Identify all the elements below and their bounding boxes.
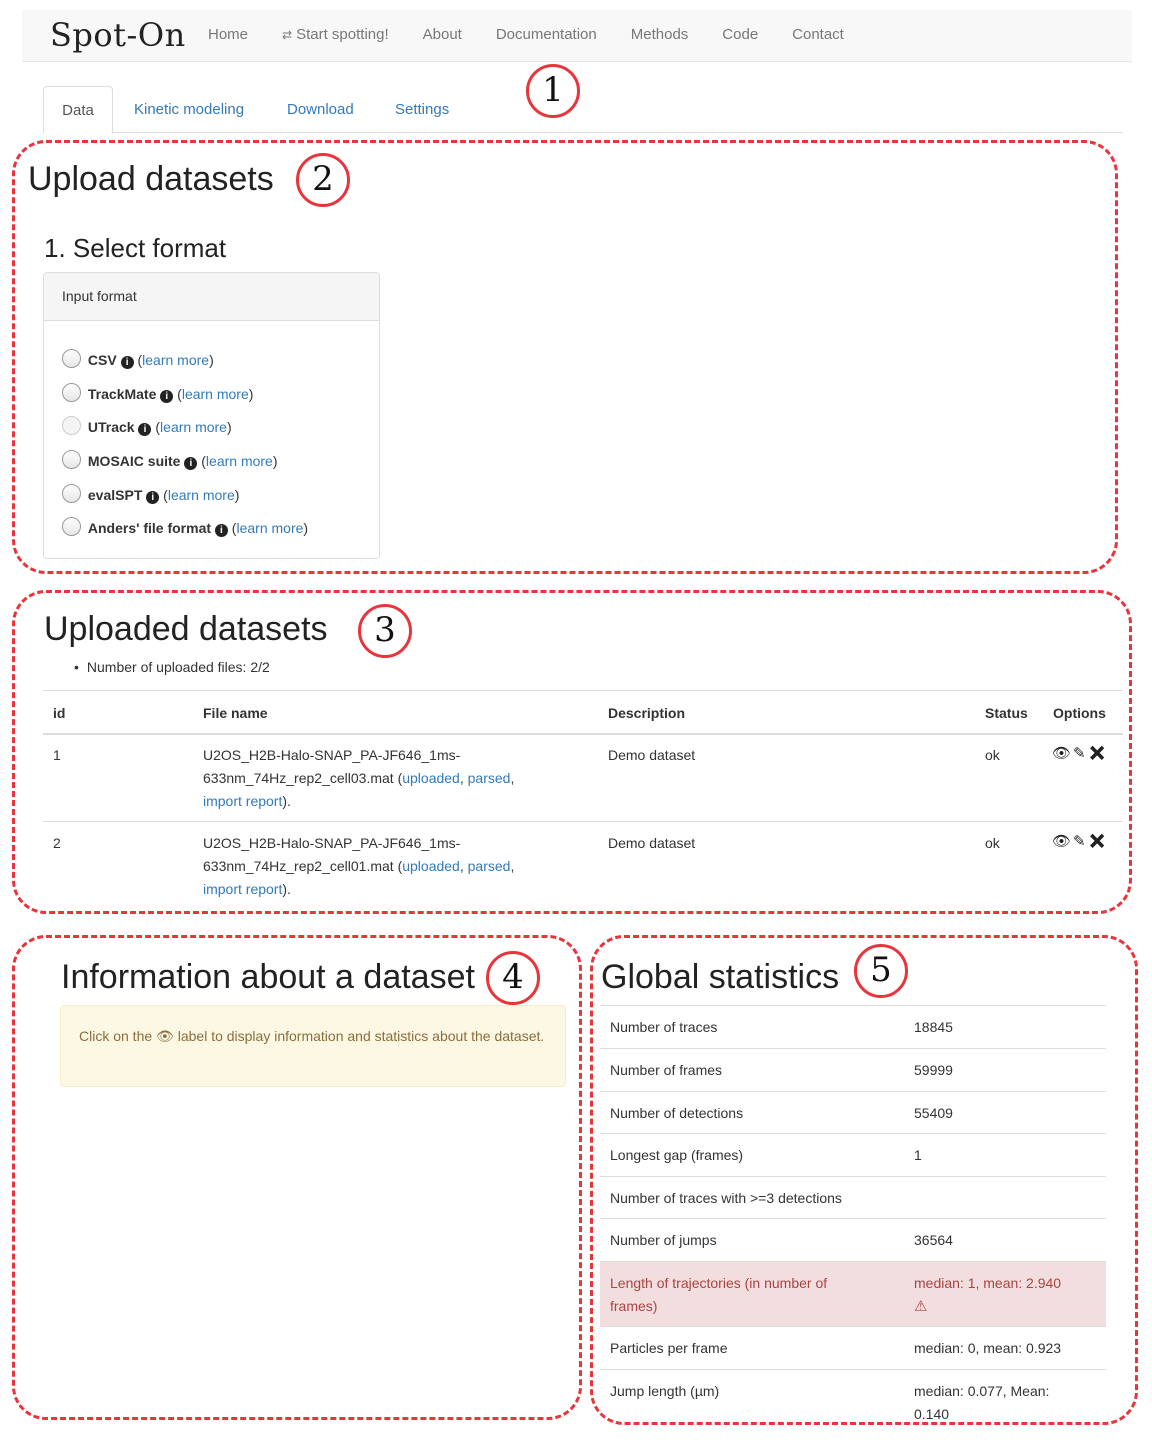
info-icon: i (146, 491, 160, 504)
col-description: Description (608, 705, 686, 721)
row2-status: ok (985, 835, 1000, 851)
eye-icon[interactable]: 👁 (1052, 745, 1073, 762)
exchange-icon: ⇄ (282, 28, 293, 42)
learn-more-link[interactable]: learn more (142, 352, 209, 368)
tab-download[interactable]: Download (269, 86, 372, 133)
delete-icon[interactable]: ✖ (1088, 833, 1109, 850)
import-report-link[interactable]: import report (203, 881, 282, 897)
info-icon: i (160, 390, 174, 403)
parsed-link[interactable]: parsed (468, 858, 511, 874)
annotation-number-5: 5 (854, 944, 908, 998)
select-format-heading: 1. Select format (44, 233, 227, 263)
table-header-border (43, 733, 1123, 735)
nav-about[interactable]: About (423, 26, 462, 43)
nav-contact[interactable]: Contact (792, 26, 844, 43)
radio-mosaic[interactable] (62, 450, 81, 469)
eye-icon: 👁 (156, 1028, 174, 1044)
col-file-name: File name (203, 705, 268, 721)
format-option-evalspt[interactable]: evalSPT i (learn more) (62, 484, 239, 504)
import-report-link[interactable]: import report (203, 793, 282, 809)
upload-title: Upload datasets (28, 160, 274, 198)
stats-row: Number of traces with >=3 detections (600, 1176, 1106, 1218)
row1-status: ok (985, 747, 1000, 763)
nav-home[interactable]: Home (208, 26, 248, 43)
row2-options: 👁✎✖ (1052, 832, 1109, 850)
uploaded-link[interactable]: uploaded (402, 858, 460, 874)
stats-row: Longest gap (frames) 1 (600, 1133, 1106, 1176)
row-divider (43, 821, 1123, 822)
info-title: Information about a dataset (61, 958, 475, 996)
uploaded-title: Uploaded datasets (44, 610, 328, 648)
col-options: Options (1053, 705, 1106, 721)
stats-title: Global statistics (601, 958, 840, 996)
annotation-number-2: 2 (296, 153, 350, 207)
info-icon: i (120, 356, 134, 369)
row1-file: U2OS_H2B-Halo-SNAP_PA-JF646_1ms- 633nm_7… (203, 747, 515, 809)
panel-title: Input format (44, 273, 379, 321)
radio-trackmate[interactable] (62, 383, 81, 402)
col-id: id (53, 705, 66, 721)
input-format-panel: Input format CSV i (learn more) TrackMat… (43, 272, 380, 559)
row2-file: U2OS_H2B-Halo-SNAP_PA-JF646_1ms- 633nm_7… (203, 835, 515, 897)
nav-start-spotting[interactable]: ⇄ Start spotting! (282, 26, 389, 43)
uploaded-count: Number of uploaded files: 2/2 (74, 659, 270, 675)
stats-row: Jump length (µm) median: 0.077, Mean: 0.… (600, 1369, 1106, 1429)
brand-logo[interactable]: Spot-On (50, 16, 186, 54)
stats-row: Number of traces 18845 (600, 1005, 1106, 1048)
learn-more-link[interactable]: learn more (206, 453, 273, 469)
info-alert: Click on the 👁 label to display informat… (60, 1005, 566, 1087)
stats-row: Number of jumps 36564 (600, 1218, 1106, 1261)
tab-kinetic-modeling[interactable]: Kinetic modeling (116, 86, 262, 133)
info-icon: i (214, 524, 228, 537)
annotation-number-1: 1 (526, 64, 580, 118)
row1-description: Demo dataset (608, 747, 696, 763)
format-option-trackmate[interactable]: TrackMate i (learn more) (62, 383, 253, 403)
parsed-link[interactable]: parsed (468, 770, 511, 786)
learn-more-link[interactable]: learn more (160, 419, 227, 435)
stats-row: Particles per frame median: 0, mean: 0.9… (600, 1326, 1106, 1369)
eye-icon[interactable]: 👁 (1052, 833, 1073, 850)
row1-id: 1 (53, 747, 61, 763)
nav-code[interactable]: Code (722, 26, 758, 43)
pencil-icon[interactable]: ✎ (1073, 833, 1088, 850)
learn-more-link[interactable]: learn more (182, 386, 249, 402)
tab-bar: Data Kinetic modeling Download Settings (43, 86, 1123, 134)
uploaded-link[interactable]: uploaded (402, 770, 460, 786)
learn-more-link[interactable]: learn more (168, 487, 235, 503)
stats-row: Number of detections 55409 (600, 1091, 1106, 1133)
nav-methods[interactable]: Methods (631, 26, 689, 43)
warning-icon: ⚠ (914, 1298, 928, 1315)
radio-utrack[interactable] (62, 416, 81, 435)
nav-documentation[interactable]: Documentation (496, 26, 597, 43)
stats-row-warning: Length of trajectories (in number of fra… (600, 1261, 1106, 1326)
learn-more-link[interactable]: learn more (236, 520, 303, 536)
delete-icon[interactable]: ✖ (1088, 745, 1109, 762)
col-status: Status (985, 705, 1028, 721)
tab-data[interactable]: Data (43, 86, 113, 134)
tab-settings[interactable]: Settings (377, 86, 467, 133)
format-option-mosaic[interactable]: MOSAIC suite i (learn more) (62, 450, 278, 470)
info-icon: i (184, 457, 198, 470)
radio-csv[interactable] (62, 349, 81, 368)
radio-evalspt[interactable] (62, 484, 81, 503)
navbar: Spot-On Home ⇄ Start spotting! About Docu… (22, 10, 1132, 62)
format-option-anders[interactable]: Anders' file format i (learn more) (62, 517, 308, 537)
row2-description: Demo dataset (608, 835, 696, 851)
annotation-number-3: 3 (358, 604, 412, 658)
info-icon: i (138, 423, 152, 436)
radio-anders[interactable] (62, 517, 81, 536)
format-option-csv[interactable]: CSV i (learn more) (62, 349, 214, 369)
row1-options: 👁✎✖ (1052, 744, 1109, 762)
nav-links: Home ⇄ Start spotting! About Documentatio… (208, 26, 878, 43)
table-top-border (43, 690, 1123, 691)
pencil-icon[interactable]: ✎ (1073, 745, 1088, 762)
row2-id: 2 (53, 835, 61, 851)
format-option-utrack[interactable]: UTrack i (learn more) (62, 416, 232, 436)
annotation-number-4: 4 (486, 951, 540, 1005)
stats-row: Number of frames 59999 (600, 1048, 1106, 1091)
